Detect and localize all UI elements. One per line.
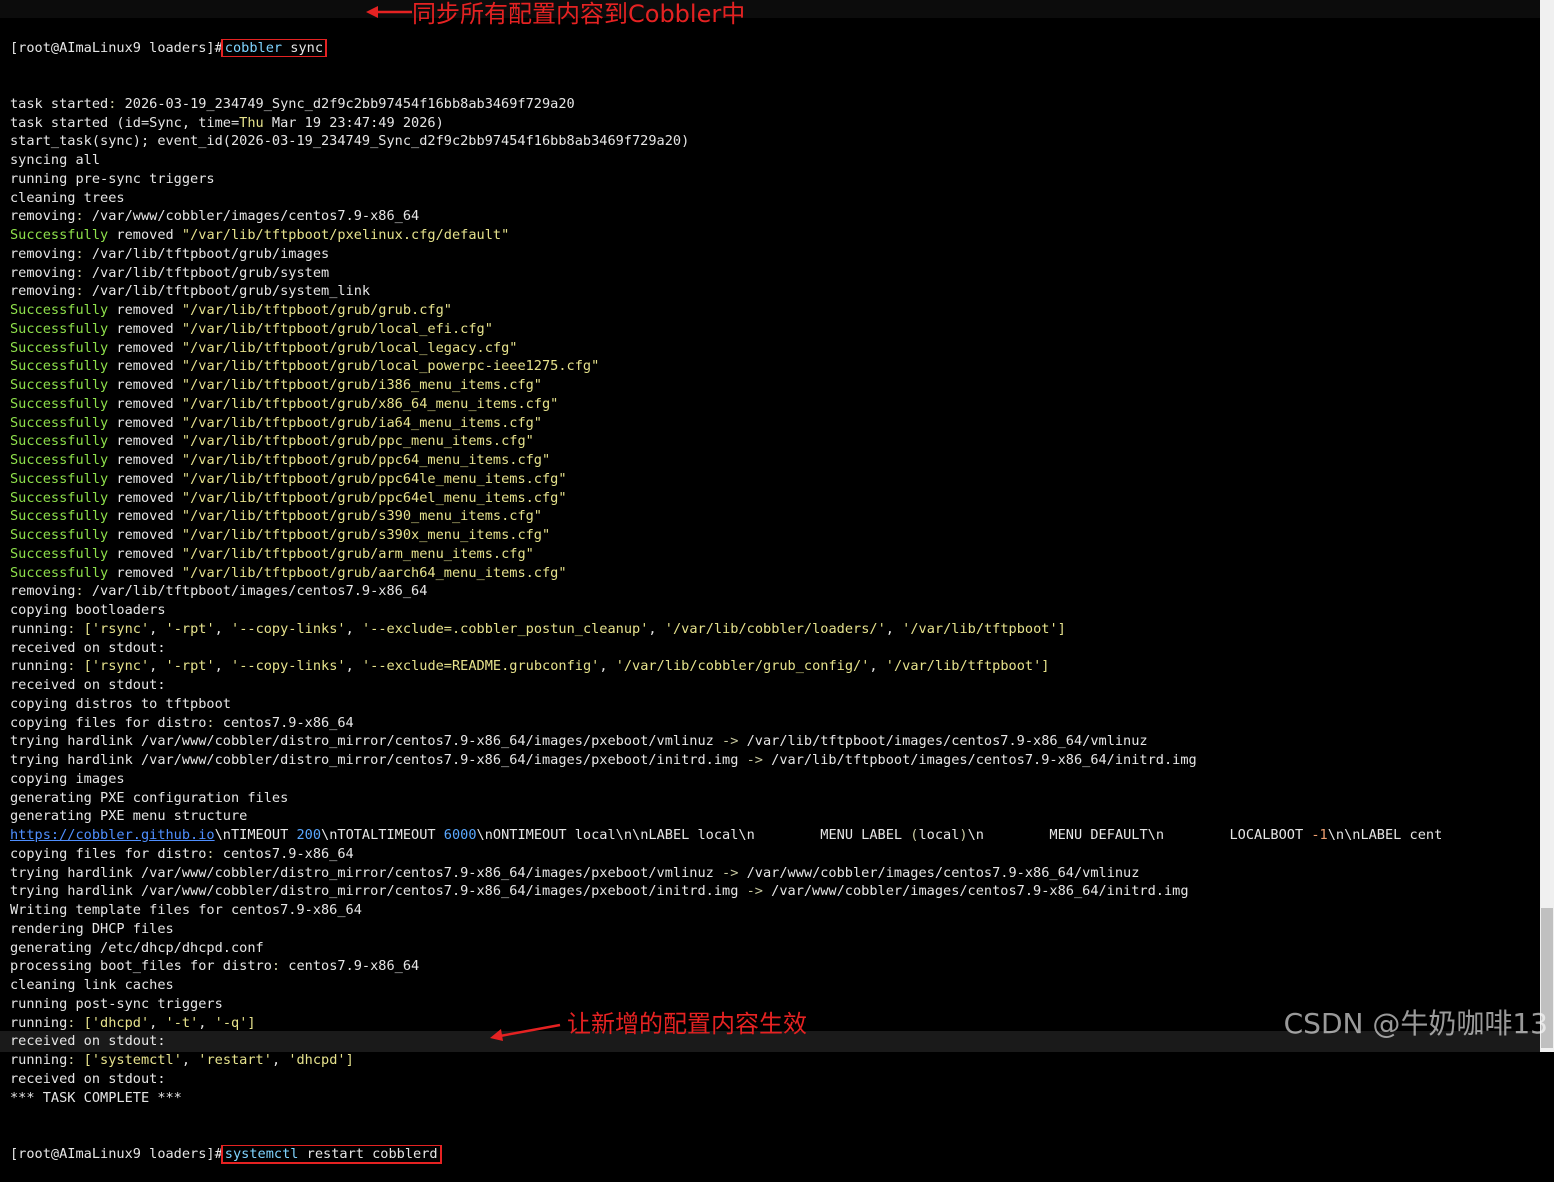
output-line: copying files for distro: centos7.9-x86_… — [10, 845, 354, 862]
output-line: trying hardlink /var/www/cobbler/distro_… — [10, 864, 1140, 881]
output-line: Successfully removed "/var/lib/tftpboot/… — [10, 433, 534, 450]
output-line: Successfully removed "/var/lib/tftpboot/… — [10, 452, 551, 468]
output-line: Successfully removed "/var/lib/tftpboot/… — [10, 508, 542, 525]
output-line: cleaning trees — [10, 189, 125, 206]
prompt-hash: # — [214, 39, 223, 56]
output-line: removing: /var/lib/tftpboot/grub/system — [10, 264, 330, 281]
prompt-user-host: [root@AImaLinux9 loaders] — [10, 39, 215, 56]
output-line: Successfully removed "/var/lib/tftpboot/… — [10, 545, 534, 562]
command-name: systemctl — [224, 1145, 299, 1162]
prompt-hash: # — [214, 1145, 223, 1162]
output-line: trying hardlink /var/www/cobbler/distro_… — [10, 733, 1148, 750]
output-line: copying distros to tftpboot — [10, 695, 231, 712]
output-line: task started: 2026-03-19_234749_Sync_d2f… — [10, 95, 575, 112]
output-line: removing: /var/www/cobbler/images/centos… — [10, 208, 420, 225]
output-line: Successfully removed "/var/lib/tftpboot/… — [10, 358, 600, 375]
output-line: Successfully removed "/var/lib/tftpboot/… — [10, 320, 493, 337]
prompt-line-1: [root@AImaLinux9 loaders]# cobbler sync — [10, 38, 1546, 58]
output-line: trying hardlink /var/www/cobbler/distro_… — [10, 752, 1197, 768]
command-systemctl-restart[interactable]: systemctl restart cobblerd — [220, 1144, 442, 1164]
annotation-arrow-bottom — [490, 1023, 561, 1041]
output-line: https://cobbler.github.io\nTIMEOUT 200\n… — [10, 827, 1443, 843]
output-line: Successfully removed "/var/lib/tftpboot/… — [10, 377, 542, 393]
output-line: received on stdout: — [10, 1070, 166, 1087]
scrollbar-track[interactable] — [1540, 0, 1554, 1052]
prompt-user-host: [root@AImaLinux9 loaders] — [10, 1145, 215, 1162]
output-line: removing: /var/lib/tftpboot/images/cento… — [10, 583, 428, 600]
output-line: processing boot_files for distro: centos… — [10, 958, 420, 975]
output-line: copying images — [10, 770, 125, 787]
output-line: removing: /var/lib/tftpboot/grub/images — [10, 245, 330, 262]
output-line: received on stdout: — [10, 639, 166, 656]
output-line: Successfully removed "/var/lib/tftpboot/… — [10, 395, 559, 412]
output-line: *** TASK COMPLETE *** — [10, 1089, 182, 1106]
output-line: copying files for distro: centos7.9-x86_… — [10, 714, 354, 731]
prompt-line-2: [root@AImaLinux9 loaders]# systemctl rest… — [10, 1144, 1546, 1164]
command-args: restart cobblerd — [298, 1145, 438, 1162]
output-line: running: ['rsync', '-rpt', '--copy-links… — [10, 658, 1050, 675]
output-line: running: ['rsync', '-rpt', '--copy-links… — [10, 620, 1066, 637]
output-line: Successfully removed "/var/lib/tftpboot/… — [10, 339, 518, 356]
csdn-watermark: CSDN @牛奶咖啡13 — [1283, 1007, 1548, 1040]
output-line: Writing template files for centos7.9-x86… — [10, 902, 362, 918]
annotation-text-top: 同步所有配置内容到Cobbler中 — [412, 0, 746, 28]
output-line: removing: /var/lib/tftpboot/grub/system_… — [10, 283, 371, 300]
output-line: syncing all — [10, 152, 101, 168]
output-line: copying bootloaders — [10, 602, 166, 618]
output-line: running: ['systemctl', 'restart', 'dhcpd… — [10, 1052, 354, 1068]
output-line: Successfully removed "/var/lib/tftpboot/… — [10, 527, 551, 543]
output-line: cleaning link caches — [10, 977, 174, 993]
annotation-arrow-top — [366, 6, 412, 18]
output-line: trying hardlink /var/www/cobbler/distro_… — [10, 883, 1189, 900]
command-cobbler-sync[interactable]: cobbler sync — [220, 38, 328, 58]
output-line: running pre-sync triggers — [10, 170, 215, 187]
output-line: rendering DHCP files — [10, 920, 174, 937]
output-line: generating PXE configuration files — [10, 789, 289, 806]
output-line: generating PXE menu structure — [10, 808, 248, 825]
output-line: task started (id=Sync, time=Thu Mar 19 2… — [10, 114, 444, 131]
output-line: Successfully removed "/var/lib/tftpboot/… — [10, 489, 567, 506]
output-line: Successfully removed "/var/lib/tftpboot/… — [10, 414, 542, 431]
output-line: generating /etc/dhcp/dhcpd.conf — [10, 939, 264, 956]
output-line: Successfully removed "/var/lib/tftpboot/… — [10, 302, 452, 318]
output-line: received on stdout: — [10, 677, 166, 693]
command-args: sync — [282, 39, 324, 56]
output-line: start_task(sync); event_id(2026-03-19_23… — [10, 133, 690, 150]
output-line: Successfully removed "/var/lib/tftpboot/… — [10, 564, 567, 581]
annotation-text-bottom: 让新增的配置内容生效 — [567, 1010, 807, 1038]
output-lines: task started: 2026-03-19_234749_Sync_d2f… — [10, 95, 1546, 1108]
command-name: cobbler — [224, 39, 283, 56]
output-line: Successfully removed "/var/lib/tftpboot/… — [10, 470, 567, 487]
output-line: Successfully removed "/var/lib/tftpboot/… — [10, 227, 510, 243]
